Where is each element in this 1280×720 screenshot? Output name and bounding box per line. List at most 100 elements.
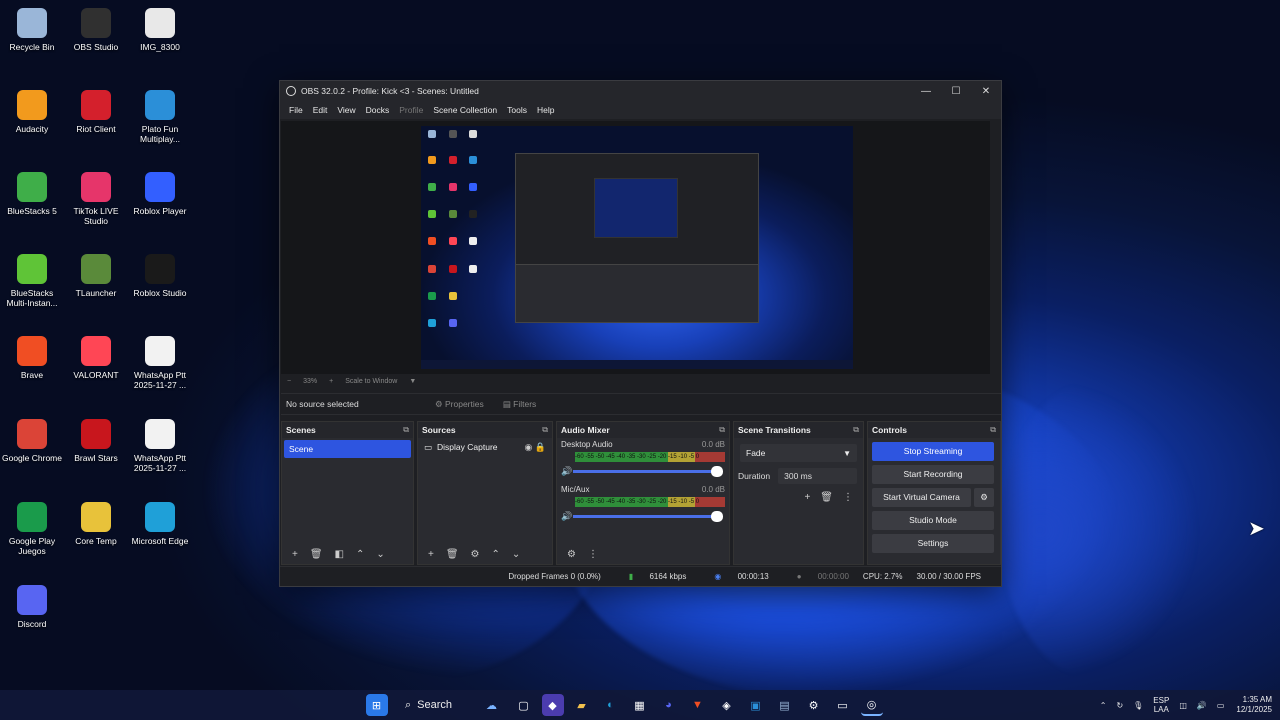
stop-streaming-button[interactable]: Stop Streaming (872, 442, 994, 461)
menu-scene-collection[interactable]: Scene Collection (433, 105, 497, 115)
desktop-icon-edge[interactable]: Microsoft Edge (128, 502, 192, 546)
desktop-icon-tiktok[interactable]: TikTok LIVE Studio (64, 172, 128, 226)
start-virtual-camera-button[interactable]: Start Virtual Camera (872, 488, 971, 507)
desktop-icon-brave[interactable]: Brave (0, 336, 64, 380)
advanced-audio-icon[interactable]: ⚙ (567, 549, 576, 560)
settings-icon[interactable]: ⚙ (803, 694, 825, 716)
close-icon[interactable]: ✕ (971, 86, 1001, 97)
filters-button[interactable]: ▤ Filters (496, 396, 544, 413)
add-icon[interactable]: + (428, 549, 434, 560)
scale-dropdown-icon[interactable]: ▼ (409, 378, 416, 385)
scene-item[interactable]: Scene (284, 440, 411, 458)
app3-icon[interactable]: ▤ (774, 694, 796, 716)
desktop-icon-bluestacks[interactable]: BlueStacks 5 (0, 172, 64, 216)
undock-icon[interactable]: ⧉ (719, 425, 725, 435)
transition-select[interactable]: Fade ▼ (740, 444, 857, 462)
brave-icon[interactable]: ▼ (687, 694, 709, 716)
obs-taskbar-icon[interactable]: ◎ (860, 694, 883, 716)
move-down-icon[interactable]: ⌄ (376, 549, 384, 560)
menu-profile[interactable]: Profile (399, 105, 423, 115)
desktop-icon-discord[interactable]: Discord (0, 585, 64, 629)
app2-icon[interactable]: ▣ (745, 694, 767, 716)
speaker-icon[interactable]: 🔊 (561, 466, 573, 477)
discord-icon[interactable]: ◕ (658, 694, 680, 716)
more-icon[interactable]: ⋮ (588, 549, 598, 560)
file-explorer-icon[interactable]: ▰ (571, 694, 593, 716)
volume-icon[interactable]: 🔊 (1197, 701, 1207, 710)
volume-slider[interactable] (573, 466, 723, 477)
edge-icon[interactable]: ◐ (600, 694, 622, 716)
desktop-icon-plato[interactable]: Plato Fun Multiplay... (128, 90, 192, 144)
trash-icon[interactable]: 🗑 (310, 549, 323, 560)
scale-mode[interactable]: Scale to Window (345, 378, 397, 385)
desktop-icon-tlauncher[interactable]: TLauncher (64, 254, 128, 298)
desktop-icon-recycle-bin[interactable]: Recycle Bin (0, 8, 64, 52)
sync-icon[interactable]: ↻ (1116, 701, 1123, 710)
filter-icon[interactable]: ◧ (335, 549, 344, 560)
volume-slider[interactable] (573, 511, 723, 522)
desktop-icon-video-file[interactable]: WhatsApp Ptt 2025-11-27 ... (128, 419, 192, 473)
trash-icon[interactable]: 🗑 (446, 549, 459, 560)
desktop-icon-image-file[interactable]: IMG_8300 (128, 8, 192, 52)
virtual-camera-settings-icon[interactable]: ⚙ (974, 488, 994, 507)
windows-start-icon[interactable]: ⊞ (365, 694, 388, 716)
chevron-up-icon[interactable]: ⌃ (1100, 701, 1107, 710)
clock[interactable]: 1:35 AM 12/1/2025 (1236, 695, 1272, 715)
menu-help[interactable]: Help (537, 105, 554, 115)
zoom-out-icon[interactable]: − (287, 378, 291, 385)
desktop-icon-chrome[interactable]: Google Chrome (0, 419, 64, 463)
battery-icon[interactable]: ▭ (1217, 701, 1225, 710)
trash-icon[interactable]: 🗑 (820, 492, 833, 503)
desktop-icon-brawl-stars[interactable]: Brawl Stars (64, 419, 128, 463)
zoom-in-icon[interactable]: + (329, 378, 333, 385)
wifi-icon[interactable]: ◫ (1179, 701, 1187, 710)
desktop-icon-riot[interactable]: Riot Client (64, 90, 128, 134)
move-up-icon[interactable]: ⌃ (492, 549, 500, 560)
more-icon[interactable]: ⋮ (843, 492, 853, 503)
app4-icon[interactable]: ▭ (832, 694, 854, 716)
minimize-icon[interactable]: — (911, 86, 941, 97)
language-indicator[interactable]: ESP LAA (1153, 696, 1169, 714)
source-item[interactable]: ▭ Display Capture ◉ 🔒 (418, 438, 552, 456)
maximize-icon[interactable]: ☐ (941, 86, 971, 97)
menu-file[interactable]: File (289, 105, 303, 115)
undock-icon[interactable]: ⧉ (403, 425, 409, 435)
start-recording-button[interactable]: Start Recording (872, 465, 994, 484)
undock-icon[interactable]: ⧉ (542, 425, 548, 435)
desktop-icon-bluestacks-multi[interactable]: BlueStacks Multi-Instan... (0, 254, 64, 308)
desktop-icon-google-play-games[interactable]: Google Play Juegos (0, 502, 64, 556)
desktop-icon-roblox-player[interactable]: Roblox Player (128, 172, 192, 216)
menu-view[interactable]: View (337, 105, 355, 115)
menu-edit[interactable]: Edit (313, 105, 328, 115)
desktop-icon-core-temp[interactable]: Core Temp (64, 502, 128, 546)
undock-icon[interactable]: ⧉ (990, 425, 996, 435)
settings-button[interactable]: Settings (872, 534, 994, 553)
zoom-level[interactable]: 33% (303, 378, 317, 385)
studio-mode-button[interactable]: Studio Mode (872, 511, 994, 530)
desktop-icon-obs[interactable]: OBS Studio (64, 8, 128, 52)
add-icon[interactable]: + (292, 549, 298, 560)
task-view-icon[interactable]: ▢ (513, 694, 535, 716)
menu-tools[interactable]: Tools (507, 105, 527, 115)
menu-docks[interactable]: Docks (366, 105, 390, 115)
duration-input[interactable]: 300 ms (778, 468, 857, 484)
desktop-icon-video-file[interactable]: WhatsApp Ptt 2025-11-27 ... (128, 336, 192, 390)
add-icon[interactable]: + (804, 492, 810, 503)
speaker-icon[interactable]: 🔊 (561, 511, 573, 522)
desktop-icon-audacity[interactable]: Audacity (0, 90, 64, 134)
app-icon[interactable]: ◈ (716, 694, 738, 716)
search-box[interactable]: ⌕ Search ☁ (397, 694, 503, 716)
mic-icon[interactable]: 🎙 (1133, 701, 1143, 710)
move-up-icon[interactable]: ⌃ (356, 549, 364, 560)
gear-icon[interactable]: ⚙ (471, 549, 480, 560)
properties-button[interactable]: ⚙ Properties (428, 396, 491, 413)
title-bar[interactable]: OBS 32.0.2 - Profile: Kick <3 - Scenes: … (280, 81, 1001, 101)
preview-canvas[interactable] (281, 121, 990, 374)
desktop-icon-roblox-studio[interactable]: Roblox Studio (128, 254, 192, 298)
copilot-icon[interactable]: ◆ (541, 694, 564, 716)
store-icon[interactable]: ▦ (629, 694, 651, 716)
obs-window[interactable]: OBS 32.0.2 - Profile: Kick <3 - Scenes: … (279, 80, 1002, 587)
move-down-icon[interactable]: ⌄ (512, 549, 520, 560)
undock-icon[interactable]: ⧉ (853, 425, 859, 435)
desktop-icon-valorant[interactable]: VALORANT (64, 336, 128, 380)
